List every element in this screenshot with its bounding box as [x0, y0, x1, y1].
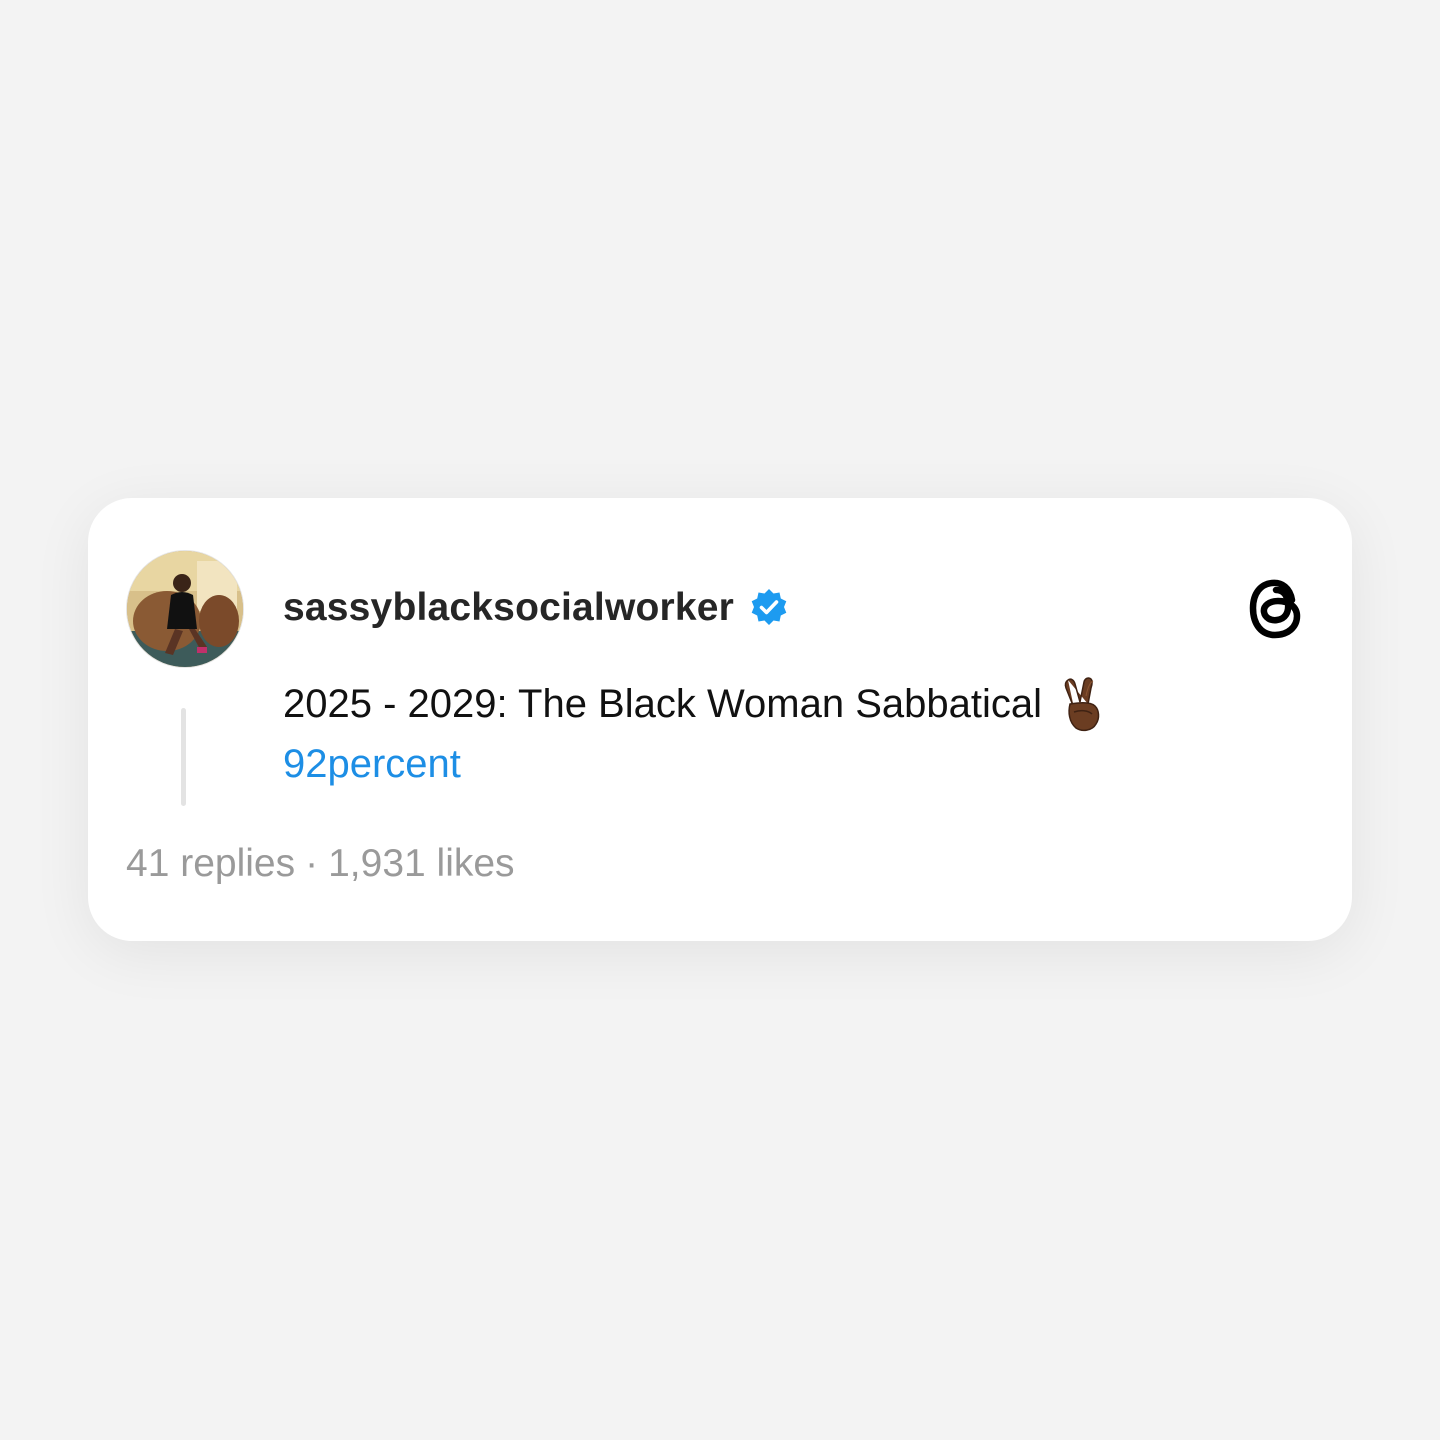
- verified-badge-icon: [748, 587, 790, 629]
- replies-count[interactable]: 41 replies: [126, 842, 295, 885]
- likes-count[interactable]: 1,931 likes: [328, 842, 514, 885]
- post-card: sassyblacksocialworker 2025 - 2029: The …: [88, 498, 1352, 941]
- post-body: 2025 - 2029: The Black Woman Sabbatical: [283, 681, 1042, 726]
- post-text: 2025 - 2029: The Black Woman Sabbatical: [283, 676, 1106, 732]
- avatar-photo: [127, 551, 243, 667]
- post-stats: 41 replies · 1,931 likes: [126, 842, 515, 886]
- thread-line: [181, 708, 186, 806]
- username[interactable]: sassyblacksocialworker: [283, 586, 734, 630]
- stats-separator: ·: [305, 842, 319, 885]
- post-header: sassyblacksocialworker: [283, 580, 790, 636]
- victory-hand-emoji-icon: [1060, 676, 1106, 732]
- post-link[interactable]: 92percent: [283, 742, 461, 787]
- avatar[interactable]: [126, 550, 244, 668]
- threads-logo-icon[interactable]: [1242, 570, 1308, 646]
